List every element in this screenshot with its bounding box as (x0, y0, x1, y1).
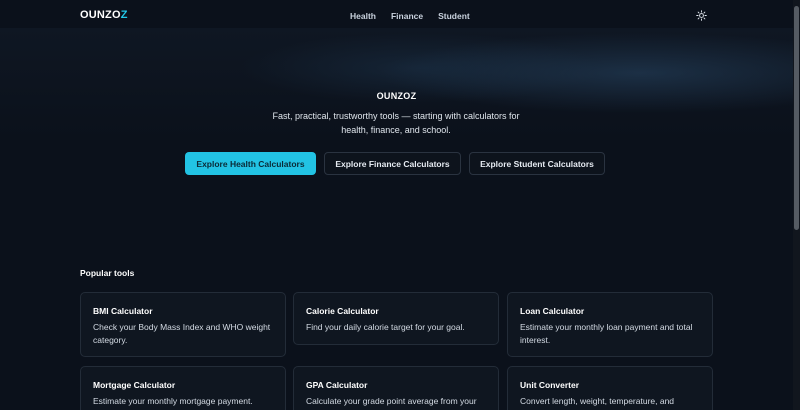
card-description: Check your Body Mass Index and WHO weigh… (93, 322, 271, 345)
theme-toggle-button[interactable] (693, 7, 710, 24)
explore-health-button[interactable]: Explore Health Calculators (185, 152, 316, 175)
tool-card-unit-converter[interactable]: Unit Converter Convert length, weight, t… (507, 366, 713, 410)
card-title: Calorie Calculator (306, 306, 379, 316)
nav-link-student[interactable]: Student (438, 11, 470, 21)
tool-card-bmi[interactable]: BMI Calculator Check your Body Mass Inde… (80, 292, 286, 357)
card-description: Convert length, weight, temperature, and (520, 396, 675, 406)
main-nav: Health Finance Student (350, 11, 470, 21)
explore-finance-button[interactable]: Explore Finance Calculators (324, 152, 461, 175)
tool-card-mortgage[interactable]: Mortgage Calculator Estimate your monthl… (80, 366, 286, 410)
logo[interactable]: OUNZOZ (80, 9, 128, 21)
page: OUNZOZ Health Finance Student OUNZOZ Fas… (0, 0, 800, 410)
card-title: BMI Calculator (93, 306, 153, 316)
card-title: Mortgage Calculator (93, 380, 176, 390)
logo-text: OUNZO (80, 9, 121, 21)
card-title: Unit Converter (520, 380, 580, 390)
tool-card-calorie[interactable]: Calorie Calculator Find your daily calor… (293, 292, 499, 345)
hero-title: OUNZOZ (376, 91, 417, 101)
scrollbar-thumb[interactable] (794, 6, 799, 230)
sun-icon (696, 10, 707, 21)
card-description: Estimate your monthly loan payment and t… (520, 322, 693, 345)
card-title: Loan Calculator (520, 306, 585, 316)
top-navbar: OUNZOZ Health Finance Student (0, 0, 793, 30)
card-description: Find your daily calorie target for your … (306, 322, 465, 332)
explore-student-button[interactable]: Explore Student Calculators (469, 152, 605, 175)
nav-link-health[interactable]: Health (350, 11, 376, 21)
tool-card-loan[interactable]: Loan Calculator Estimate your monthly lo… (507, 292, 713, 357)
card-description: Estimate your monthly mortgage payment. (93, 396, 253, 406)
nav-link-finance[interactable]: Finance (391, 11, 423, 21)
popular-tools-heading: Popular tools (80, 268, 135, 278)
logo-accent: Z (120, 9, 128, 21)
hero-subtitle: Fast, practical, trustworthy tools — sta… (272, 111, 520, 135)
card-description: Calculate your grade point average from … (306, 396, 477, 406)
card-title: GPA Calculator (306, 380, 368, 390)
cta-row: Explore Health Calculators Explore Finan… (185, 152, 605, 175)
tool-card-gpa[interactable]: GPA Calculator Calculate your grade poin… (293, 366, 499, 410)
page-scrollbar[interactable] (793, 0, 800, 410)
